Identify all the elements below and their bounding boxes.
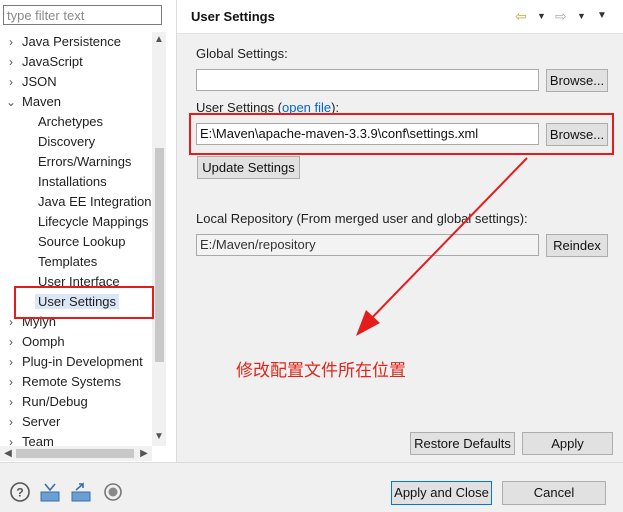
tree-item-label: JavaScript — [22, 54, 83, 69]
back-menu-icon[interactable]: ▼ — [537, 8, 546, 24]
annotation-arrow — [356, 157, 528, 336]
tree-item-archetypes[interactable]: Archetypes — [38, 112, 103, 132]
tree-item-label: Plug-in Development — [22, 354, 143, 369]
tree-item-label: Templates — [38, 254, 98, 269]
tree-item-label: Errors/Warnings — [38, 154, 132, 169]
reindex-button[interactable]: Reindex — [546, 234, 608, 257]
forward-menu-icon[interactable]: ▼ — [577, 8, 586, 24]
filter-input[interactable] — [3, 5, 162, 25]
import-icon[interactable] — [39, 481, 61, 503]
tree-item-errors-warnings[interactable]: Errors/Warnings — [38, 152, 131, 172]
svg-text:?: ? — [16, 486, 23, 500]
tree-item-java-ee-integration[interactable]: Java EE Integration — [38, 192, 151, 212]
tree-item-label: Java EE Integration — [38, 194, 152, 209]
expand-icon[interactable]: › — [6, 372, 16, 392]
tree-item-label: Installations — [38, 174, 107, 189]
preferences-tree[interactable]: › Java Persistence › JavaScript › JSON ⌄… — [0, 32, 152, 446]
cancel-button[interactable]: Cancel — [502, 481, 606, 505]
expand-icon[interactable]: › — [6, 332, 16, 352]
record-icon[interactable] — [102, 481, 124, 503]
apply-and-close-button[interactable]: Apply and Close — [391, 481, 492, 505]
expand-icon[interactable]: › — [6, 52, 16, 72]
restore-defaults-button[interactable]: Restore Defaults — [410, 432, 515, 455]
tree-item-label: Remote Systems — [22, 374, 121, 389]
global-settings-field[interactable] — [196, 69, 539, 91]
tree-item-label: Lifecycle Mappings — [38, 214, 149, 229]
page-title: User Settings — [191, 9, 275, 24]
tree-highlight-box — [14, 286, 154, 319]
vertical-scroll-thumb[interactable] — [155, 148, 164, 362]
tree-item-label: Team — [22, 434, 54, 446]
tree-item-lifecycle-mappings[interactable]: Lifecycle Mappings — [38, 212, 149, 232]
tree-item-source-lookup[interactable]: Source Lookup — [38, 232, 125, 252]
expand-icon[interactable]: › — [6, 432, 16, 446]
global-browse-button[interactable]: Browse... — [546, 69, 608, 92]
global-settings-label: Global Settings: — [196, 46, 288, 61]
tree-item-installations[interactable]: Installations — [38, 172, 107, 192]
expand-icon[interactable]: › — [6, 352, 16, 372]
tree-item-label: Java Persistence — [22, 34, 121, 49]
collapse-icon[interactable]: ⌄ — [6, 92, 16, 112]
scroll-right-icon[interactable]: ▶ — [137, 447, 151, 461]
expand-icon[interactable]: › — [6, 412, 16, 432]
expand-icon[interactable]: › — [6, 32, 16, 52]
view-menu-icon[interactable]: ▼ — [597, 8, 607, 24]
user-settings-highlight-box — [189, 113, 614, 155]
update-settings-button[interactable]: Update Settings — [197, 156, 300, 179]
back-icon[interactable]: ⇦ — [515, 8, 527, 24]
tree-item-label: Discovery — [38, 134, 96, 149]
tree-item-label: Server — [22, 414, 61, 429]
tree-item-discovery[interactable]: Discovery — [38, 132, 95, 152]
expand-icon[interactable]: › — [6, 72, 16, 92]
export-icon[interactable] — [70, 481, 92, 503]
tree-item-templates[interactable]: Templates — [38, 252, 97, 272]
expand-icon[interactable]: › — [6, 392, 16, 412]
help-icon[interactable]: ? — [9, 481, 31, 503]
scroll-down-icon[interactable]: ▼ — [152, 430, 166, 444]
forward-icon[interactable]: ⇨ — [555, 8, 567, 24]
horizontal-scroll-thumb[interactable] — [16, 449, 134, 458]
tree-item-label: Archetypes — [38, 114, 104, 129]
tree-item-label: Run/Debug — [22, 394, 88, 409]
tree-item-label: Source Lookup — [38, 234, 126, 249]
tree-item-label: JSON — [22, 74, 57, 89]
tree-item-label: Oomph — [22, 334, 65, 349]
annotation-text: 修改配置文件所在位置 — [236, 361, 406, 380]
tree-item-label: Maven — [22, 94, 62, 109]
scroll-up-icon[interactable]: ▲ — [152, 33, 166, 47]
apply-button[interactable]: Apply — [522, 432, 613, 455]
scroll-left-icon[interactable]: ◀ — [1, 447, 15, 461]
